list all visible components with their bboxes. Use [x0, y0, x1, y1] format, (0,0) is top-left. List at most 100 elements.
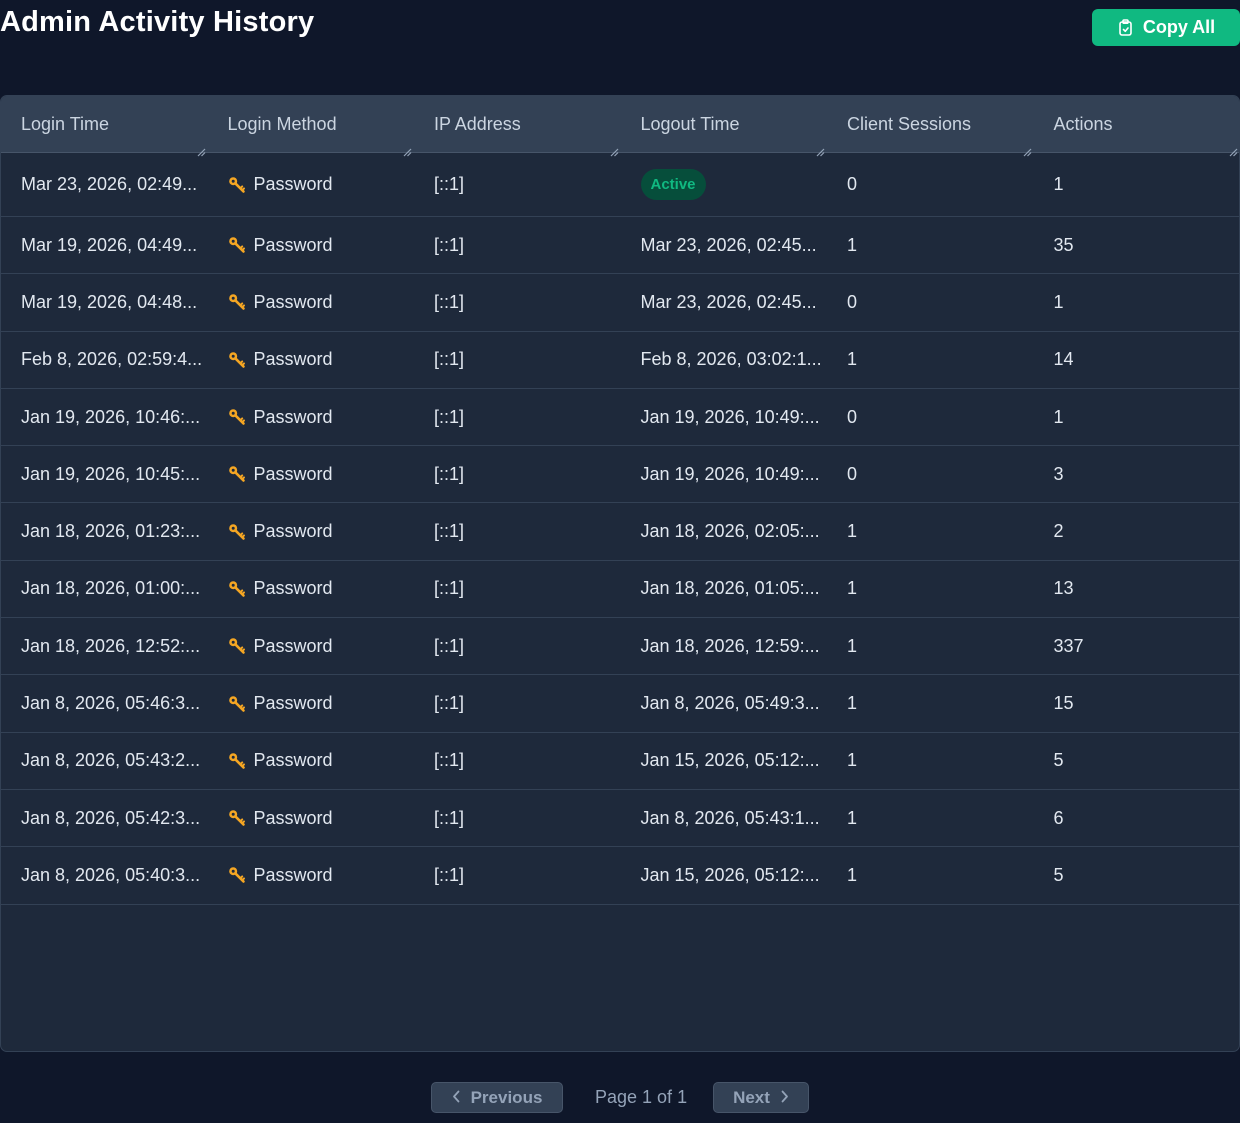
key-icon	[228, 637, 246, 655]
table-header-row: Login Time Login Method IP Address Logout T…	[1, 96, 1240, 157]
key-icon	[228, 523, 246, 541]
key-icon	[228, 236, 246, 254]
actions-cell: 6	[1053, 807, 1064, 828]
login-method-label: Password	[253, 291, 333, 312]
column-header-label: Client Sessions	[847, 113, 972, 134]
column-header-logout-time[interactable]: Logout Time	[621, 96, 828, 157]
column-header-login-time[interactable]: Login Time	[1, 96, 208, 157]
actions-cell: 5	[1053, 864, 1064, 885]
ip-address-cell: [::1]	[434, 521, 465, 542]
login-method-label: Password	[253, 174, 333, 194]
column-header-actions[interactable]: Actions	[1034, 96, 1240, 157]
resize-handle-icon[interactable]	[197, 141, 206, 157]
logout-time-cell: Jan 8, 2026, 05:43:1...	[640, 807, 820, 828]
actions-cell: 13	[1053, 578, 1074, 599]
actions-cell: 35	[1053, 234, 1074, 255]
table-row[interactable]: Jan 18, 2026, 01:23:... Password [::1] Jan …	[1, 503, 1239, 561]
login-method-label: Password	[253, 750, 333, 771]
login-method-label: Password	[253, 578, 333, 599]
table-row[interactable]: Jan 8, 2026, 05:42:3... Password [::1] Jan …	[1, 790, 1239, 848]
key-icon	[228, 351, 246, 369]
table-row[interactable]: Mar 19, 2026, 04:48... Password [::1] Mar 2…	[1, 274, 1239, 332]
key-icon	[228, 176, 246, 194]
login-method-cell: Password	[208, 847, 415, 903]
column-header-label: Logout Time	[640, 113, 740, 134]
ip-address-cell: [::1]	[434, 463, 465, 484]
table-row[interactable]: Jan 19, 2026, 10:45:... Password [::1] Jan …	[1, 446, 1239, 504]
login-method-cell: Password	[208, 389, 415, 445]
client-sessions-cell: 1	[847, 578, 858, 599]
table-row[interactable]: Jan 8, 2026, 05:46:3... Password [::1] Jan …	[1, 675, 1239, 733]
table-row[interactable]: Jan 18, 2026, 12:52:... Password [::1] Jan …	[1, 618, 1239, 676]
actions-cell: 337	[1053, 635, 1084, 656]
login-method-label: Password	[253, 807, 333, 828]
client-sessions-cell: 0	[847, 406, 858, 427]
login-time-cell: Feb 8, 2026, 02:59:4...	[21, 349, 203, 370]
resize-handle-icon[interactable]	[1023, 141, 1032, 157]
login-method-label: Password	[253, 234, 333, 255]
table-row[interactable]: Feb 8, 2026, 02:59:4... Password [::1] Feb …	[1, 332, 1239, 389]
ip-address-cell: [::1]	[434, 349, 465, 370]
ip-address-cell: [::1]	[434, 174, 465, 194]
login-method: Password	[228, 693, 333, 714]
ip-address-cell: [::1]	[434, 864, 465, 885]
column-header-ip-address[interactable]: IP Address	[414, 96, 621, 157]
logout-time-cell: Mar 23, 2026, 02:45...	[640, 291, 817, 312]
table-row[interactable]: Jan 8, 2026, 05:43:2... Password [::1] Jan …	[1, 733, 1239, 790]
column-header-label: Login Time	[21, 113, 110, 134]
resize-handle-icon[interactable]	[610, 141, 619, 157]
ip-address-cell: [::1]	[434, 578, 465, 599]
copy-all-button[interactable]: Copy All	[1092, 9, 1240, 46]
actions-cell: 14	[1053, 349, 1074, 370]
table-row[interactable]: Jan 19, 2026, 10:46:... Password [::1] Jan …	[1, 389, 1239, 447]
login-time-cell: Jan 8, 2026, 05:43:2...	[21, 750, 201, 771]
login-method: Password	[228, 292, 333, 313]
login-time-cell: Jan 19, 2026, 10:46:...	[21, 406, 201, 427]
previous-button[interactable]: Previous	[431, 1082, 563, 1113]
login-method-label: Password	[253, 406, 333, 427]
client-sessions-cell: 0	[847, 174, 858, 194]
key-icon	[228, 695, 246, 713]
page-title: Admin Activity History	[0, 6, 315, 38]
next-button[interactable]: Next	[713, 1082, 809, 1113]
client-sessions-cell: 1	[847, 807, 858, 828]
ip-address-cell: [::1]	[434, 693, 465, 714]
client-sessions-cell: 1	[847, 864, 858, 885]
login-time-cell: Jan 8, 2026, 05:42:3...	[21, 807, 201, 828]
login-method-label: Password	[253, 635, 333, 656]
login-method-cell: Password	[208, 217, 415, 273]
actions-cell: 1	[1053, 174, 1064, 194]
chevron-left-icon	[452, 1088, 461, 1108]
login-method: Password	[228, 174, 333, 195]
column-header-client-sessions[interactable]: Client Sessions	[827, 96, 1034, 157]
login-time-cell: Mar 23, 2026, 02:49...	[21, 174, 198, 194]
login-method-cell: Password	[208, 561, 415, 617]
logout-time-cell: Jan 8, 2026, 05:49:3...	[640, 693, 820, 714]
resize-handle-icon[interactable]	[403, 141, 412, 157]
login-method: Password	[228, 750, 333, 771]
column-header-login-method[interactable]: Login Method	[208, 96, 415, 157]
login-method: Password	[228, 578, 333, 599]
client-sessions-cell: 0	[847, 291, 858, 312]
actions-cell: 5	[1053, 750, 1064, 771]
chevron-right-icon	[780, 1088, 789, 1108]
table-row[interactable]: Mar 23, 2026, 02:49... Password [::1] Activ…	[1, 153, 1239, 217]
client-sessions-cell: 1	[847, 750, 858, 771]
resize-handle-icon[interactable]	[816, 141, 825, 157]
actions-cell: 1	[1053, 406, 1064, 427]
login-time-cell: Jan 8, 2026, 05:46:3...	[21, 693, 201, 714]
actions-cell: 1	[1053, 291, 1064, 312]
key-icon	[228, 752, 246, 770]
login-method-cell: Password	[208, 618, 415, 674]
resize-handle-icon[interactable]	[1229, 141, 1238, 157]
table-row[interactable]: Jan 8, 2026, 05:40:3... Password [::1] Jan …	[1, 847, 1239, 905]
login-time-cell: Jan 18, 2026, 01:00:...	[21, 578, 201, 599]
logout-time-cell: Jan 15, 2026, 05:12:...	[640, 750, 820, 771]
ip-address-cell: [::1]	[434, 234, 465, 255]
login-time-cell: Mar 19, 2026, 04:49...	[21, 234, 198, 255]
table-row[interactable]: Jan 18, 2026, 01:00:... Password [::1] Jan …	[1, 561, 1239, 619]
table-row[interactable]: Mar 19, 2026, 04:49... Password [::1] Mar 2…	[1, 217, 1239, 275]
login-method: Password	[228, 521, 333, 542]
client-sessions-cell: 0	[847, 463, 858, 484]
login-method: Password	[228, 235, 333, 256]
